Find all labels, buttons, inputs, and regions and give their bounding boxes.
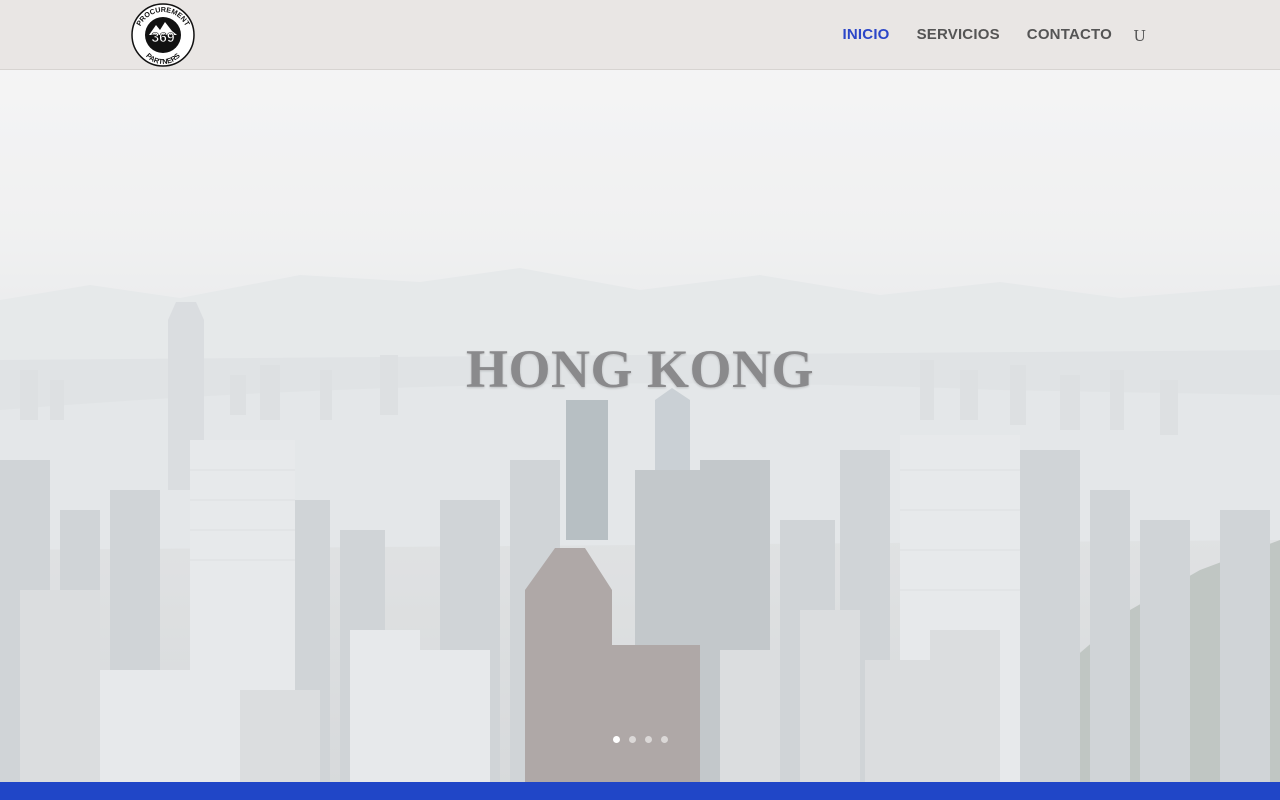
nav-link-contacto[interactable]: CONTACTO: [1027, 26, 1112, 44]
search-icon[interactable]: U: [1133, 27, 1146, 45]
slider-pagination: [0, 736, 1280, 743]
logo-369-procurement-partners[interactable]: PROCUREMENT PARTNERS 369: [130, 3, 196, 67]
site-header: PROCUREMENT PARTNERS 369 INICIO SERVICIO…: [0, 0, 1280, 70]
hero-title: HONG KONG: [465, 339, 814, 400]
footer-bar: [0, 782, 1280, 800]
slider-dot-3[interactable]: [644, 736, 652, 743]
nav-link-servicios[interactable]: SERVICIOS: [917, 26, 1000, 44]
main-nav: INICIO SERVICIOS CONTACTO: [816, 26, 1112, 44]
slider-dot-1[interactable]: [612, 736, 620, 743]
slider-dot-4[interactable]: [660, 736, 668, 743]
nav-link-inicio[interactable]: INICIO: [843, 26, 890, 44]
svg-text:369: 369: [151, 29, 175, 45]
hong-kong-skyline-image: [0, 70, 1280, 782]
hero-slider: HONG KONG: [0, 70, 1280, 782]
slider-dot-2[interactable]: [628, 736, 636, 743]
